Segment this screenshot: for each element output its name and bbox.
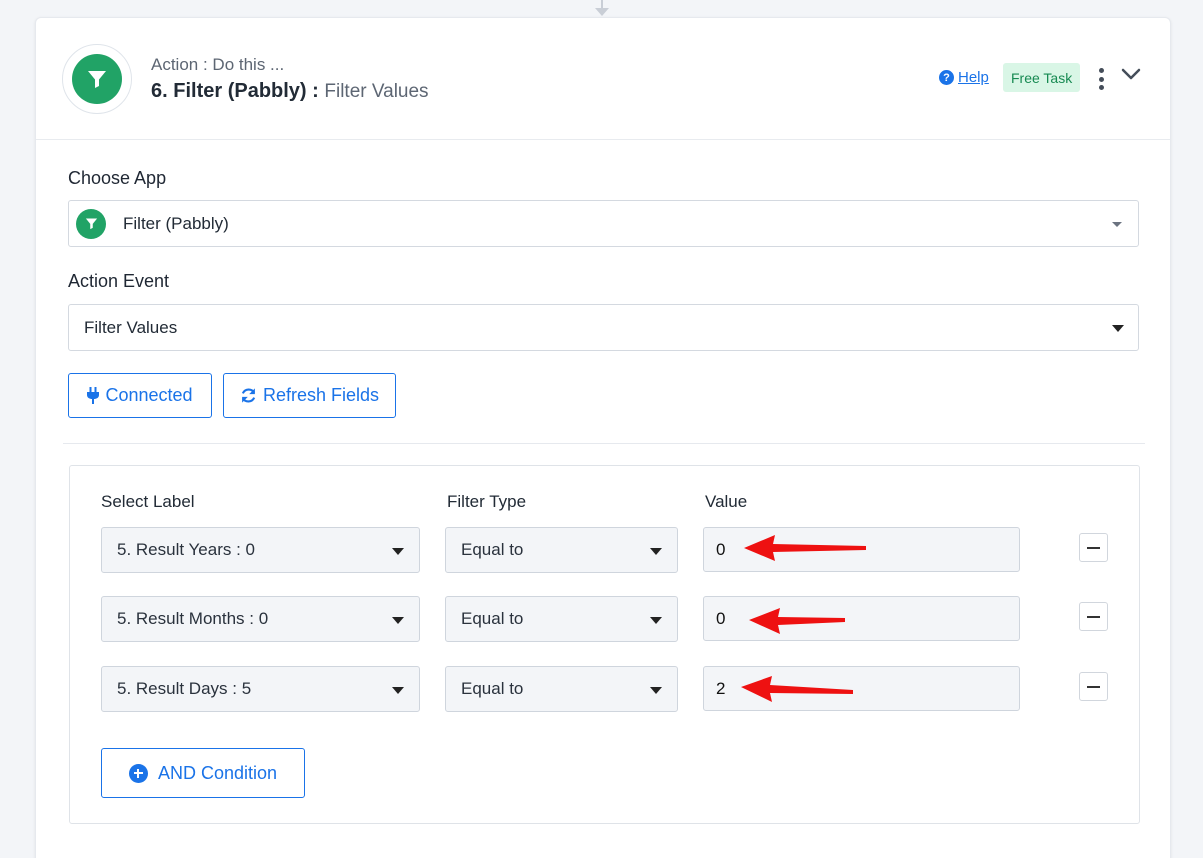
action-event-value: Filter Values [84,317,178,337]
select-label-value: 5. Result Days : 5 [117,679,252,698]
action-event-label: Action Event [68,271,170,291]
annotation-arrow [744,535,866,561]
funnel-icon [88,71,106,88]
step-title-app: 6. Filter (Pabbly) : [151,80,319,102]
filter-type-value: Equal to [461,540,524,559]
select-label-dropdown[interactable]: 5. Result Months : 0 [101,596,420,642]
caret-down-icon [1112,222,1122,227]
refresh-icon [241,388,256,403]
chevron-down-icon[interactable] [1121,67,1141,81]
app-icon [76,208,106,239]
select-label-value: 5. Result Months : 0 [117,609,269,628]
step-app-icon [62,44,132,114]
kebab-icon[interactable] [1096,68,1106,90]
select-label-value: 5. Result Years : 0 [117,540,255,559]
flow-connector-arrow [595,8,609,16]
section-divider [63,443,1145,444]
caret-down-icon [1112,325,1124,332]
caret-down-icon [392,548,404,555]
caret-down-icon [392,617,404,624]
minus-icon [1087,615,1100,618]
choose-app-select[interactable]: Filter (Pabbly) [68,200,1139,247]
filter-type-value: Equal to [461,679,524,698]
refresh-fields-label: Refresh Fields [262,385,380,405]
caret-down-icon [650,617,662,624]
help-label: Help [958,69,989,86]
remove-condition-button[interactable] [1079,602,1108,631]
minus-icon [1087,546,1100,549]
plug-icon [87,387,100,404]
filter-type-dropdown[interactable]: Equal to [445,666,678,712]
question-circle-icon: ? [939,70,954,85]
action-step-card: Action : Do this ... 6. Filter (Pabbly) … [35,17,1171,858]
help-link[interactable]: ? Help [939,69,989,86]
and-condition-button[interactable]: AND Condition [101,748,305,798]
connected-label: Connected [105,385,193,405]
connected-button[interactable]: Connected [68,373,212,418]
choose-app-value: Filter (Pabbly) [123,213,229,233]
plus-circle-icon [128,763,148,783]
filter-type-dropdown[interactable]: Equal to [445,527,678,573]
select-label-header: Select Label [101,492,195,511]
filter-conditions-panel: Select Label Filter Type Value 5. Result… [69,465,1140,824]
step-header[interactable]: Action : Do this ... 6. Filter (Pabbly) … [36,18,1170,140]
action-event-select[interactable]: Filter Values [68,304,1139,351]
caret-down-icon [650,687,662,694]
funnel-icon [85,218,97,230]
select-label-dropdown[interactable]: 5. Result Days : 5 [101,666,420,712]
filter-type-dropdown[interactable]: Equal to [445,596,678,642]
step-title-event: Filter Values [324,81,429,102]
select-label-dropdown[interactable]: 5. Result Years : 0 [101,527,420,573]
free-task-badge: Free Task [1003,63,1081,92]
refresh-fields-button[interactable]: Refresh Fields [223,373,396,418]
minus-icon [1087,685,1100,688]
caret-down-icon [650,548,662,555]
remove-condition-button[interactable] [1079,533,1108,562]
step-subtitle: Action : Do this ... [151,55,285,74]
filter-type-value: Equal to [461,609,524,628]
remove-condition-button[interactable] [1079,672,1108,701]
value-header: Value [705,492,748,511]
step-title: 6. Filter (Pabbly) : Filter Values [151,80,429,103]
caret-down-icon [392,687,404,694]
annotation-arrow [741,676,853,702]
and-condition-label: AND Condition [157,762,278,783]
annotation-arrow [749,608,845,634]
filter-type-header: Filter Type [447,492,527,511]
choose-app-label: Choose App [68,168,167,188]
